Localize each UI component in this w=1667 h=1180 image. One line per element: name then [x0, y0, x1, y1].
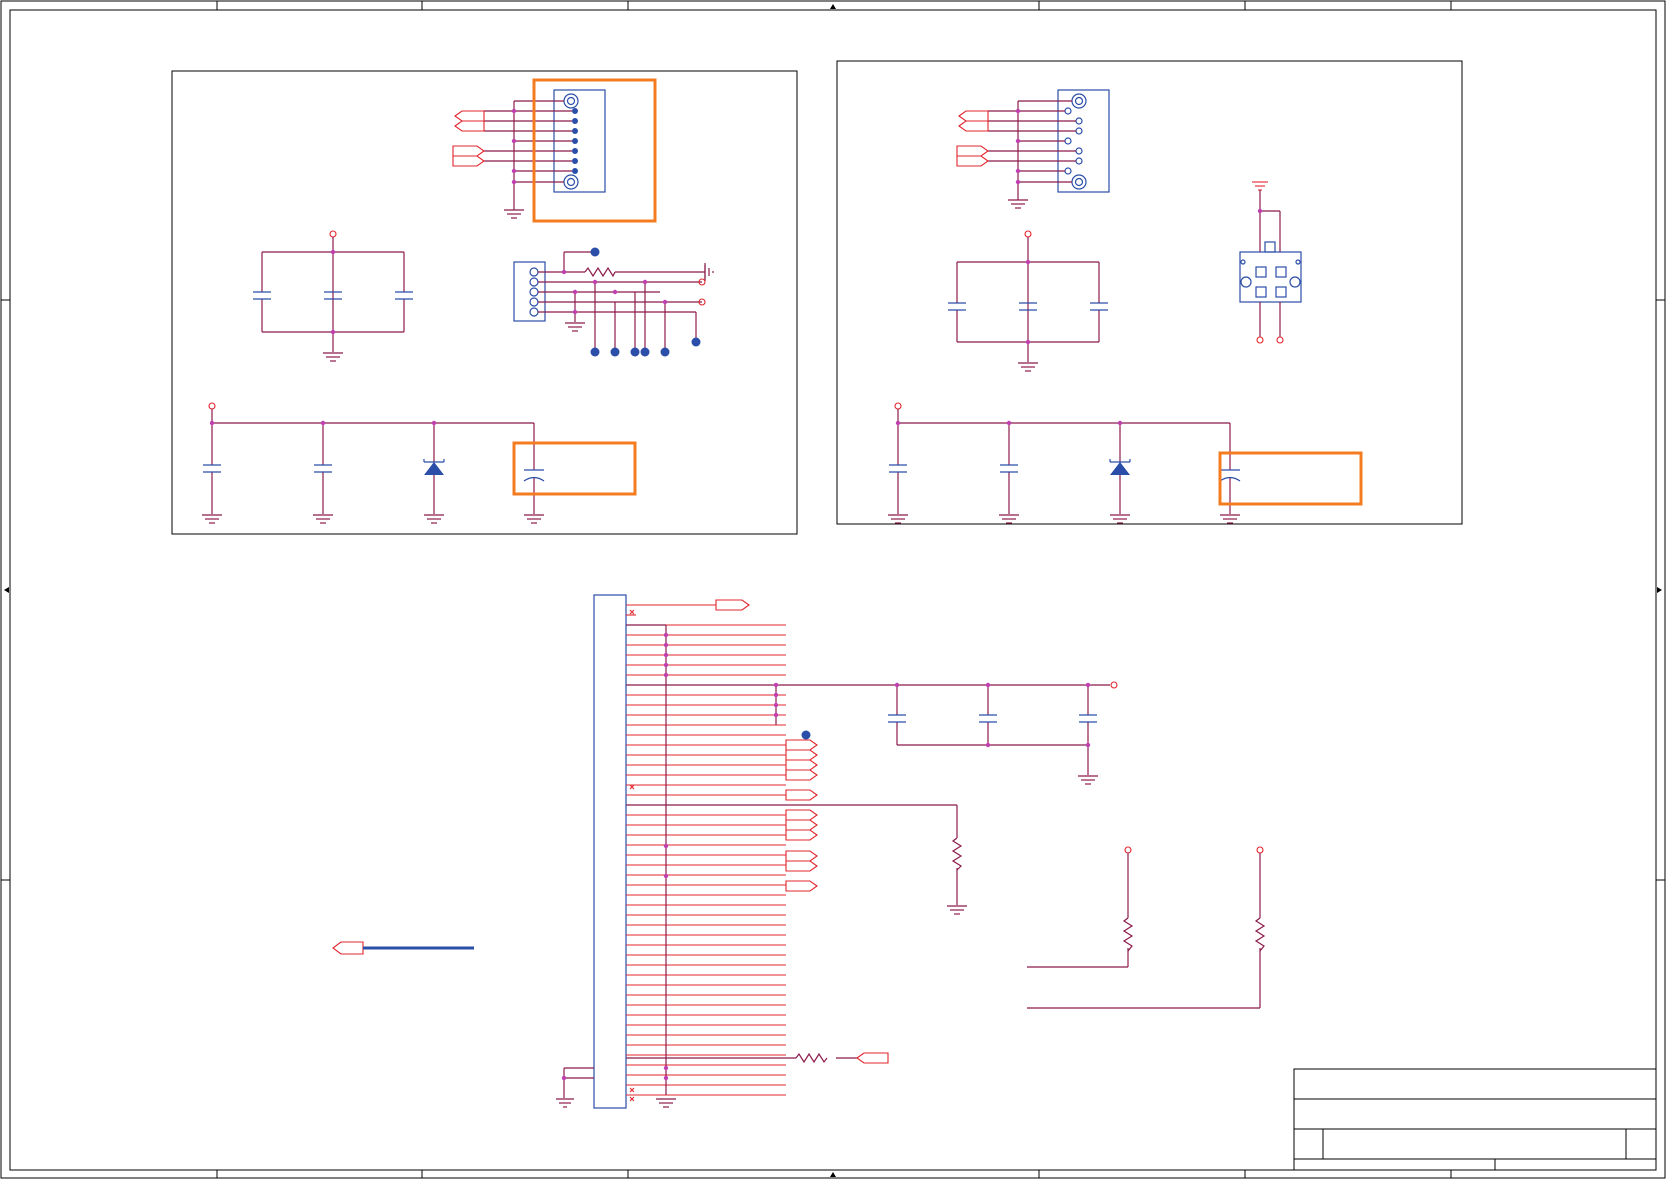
connector-j2: [513, 247, 714, 357]
decoupling-cap-cluster-2: [948, 230, 1108, 372]
right-circuit-box: [836, 60, 1463, 525]
bulk-cap-rail: [202, 402, 545, 524]
ground-symbol: [202, 514, 544, 524]
power-port: [1024, 230, 1032, 238]
power-port: [1276, 336, 1284, 344]
highlight-bulk-cap-2: [1218, 451, 1363, 506]
ground-symbol: [888, 514, 1240, 524]
diode: [1109, 459, 1131, 475]
power-port: [329, 230, 337, 238]
diode: [423, 459, 445, 475]
main-connector: [332, 594, 1110, 1109]
ground-symbol: [323, 352, 343, 362]
off-page-connector: [452, 110, 485, 167]
capacitor: [889, 464, 1241, 482]
resistor: [795, 1052, 828, 1064]
left-circuit-box: [171, 70, 798, 535]
power-port: [894, 402, 902, 410]
highlight-bulk-cap: [512, 441, 637, 496]
power-port: [1256, 846, 1264, 854]
tact-switch: [1239, 181, 1302, 344]
power-port: [1256, 336, 1264, 344]
power-port: [208, 402, 216, 410]
decoupling-cap-cluster: [253, 230, 413, 362]
sheet-frame: [0, 0, 1666, 1179]
ground-symbol: [565, 265, 714, 332]
resistor: [1122, 917, 1134, 952]
schematic-sheet: [0, 0, 1666, 1179]
capacitor: [203, 464, 545, 482]
main-rail-caps: [888, 681, 1118, 785]
ground-symbol: [1252, 181, 1268, 191]
power-port: [1124, 846, 1132, 854]
title-block: [1293, 1068, 1657, 1171]
capacitor: [888, 714, 1097, 723]
bulk-cap-rail-2: [888, 402, 1241, 524]
power-port: [1110, 681, 1118, 689]
resistor: [584, 266, 616, 278]
connector-j1: [452, 89, 606, 219]
ground-symbol: [1018, 362, 1038, 372]
ground-symbol: [556, 905, 967, 1108]
resistor: [1254, 917, 1266, 952]
off-page-connector: [956, 110, 989, 167]
pullup-resistors: [1027, 846, 1266, 1009]
ground-symbol: [1078, 775, 1098, 785]
connector-j3: [956, 89, 1110, 209]
ground-symbol: [504, 209, 524, 219]
off-page-connector: [332, 599, 889, 1064]
ground-symbol: [1008, 199, 1028, 209]
resistor: [951, 837, 963, 871]
